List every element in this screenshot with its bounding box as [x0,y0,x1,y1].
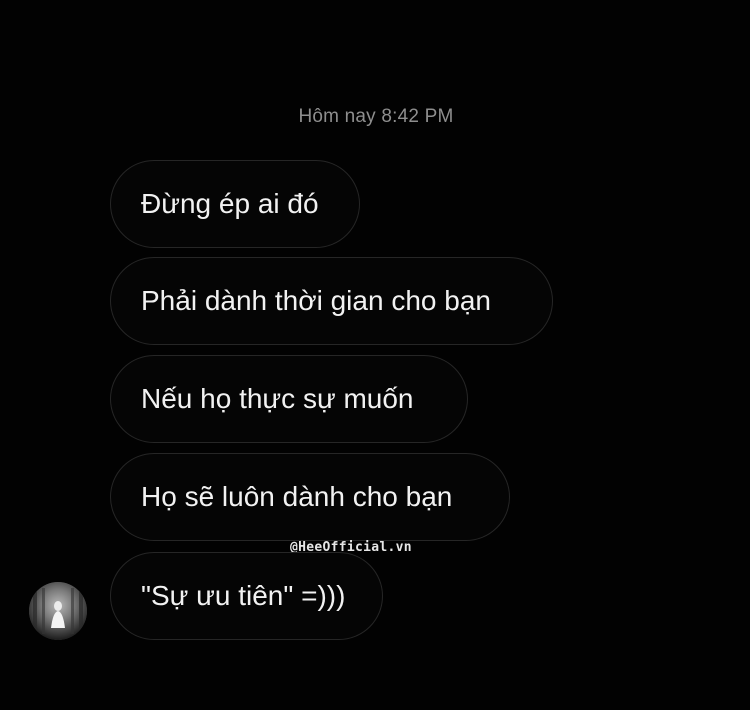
message-bubble[interactable]: Đừng ép ai đó [110,160,360,248]
message-bubble[interactable]: Phải dành thời gian cho bạn [110,257,553,345]
message-text: Nếu họ thực sự muốn [141,383,414,414]
message-bubble[interactable]: Nếu họ thực sự muốn [110,355,468,443]
message-bubble[interactable]: Họ sẽ luôn dành cho bạn [110,453,510,541]
message-bubble[interactable]: "Sự ưu tiên" =))) [110,552,383,640]
chat-thread: Hôm nay 8:42 PM Đừng ép ai đó Phải dành … [0,0,750,710]
timestamp-text: Hôm nay 8:42 PM [298,106,454,127]
message-text: "Sự ưu tiên" =))) [141,580,346,611]
message-text: Đừng ép ai đó [141,188,319,219]
profile-avatar-icon [29,582,87,640]
message-text: Họ sẽ luôn dành cho bạn [141,481,453,512]
avatar[interactable] [29,582,87,640]
message-timestamp: Hôm nay 8:42 PM [0,106,750,128]
message-text: Phải dành thời gian cho bạn [141,285,491,316]
